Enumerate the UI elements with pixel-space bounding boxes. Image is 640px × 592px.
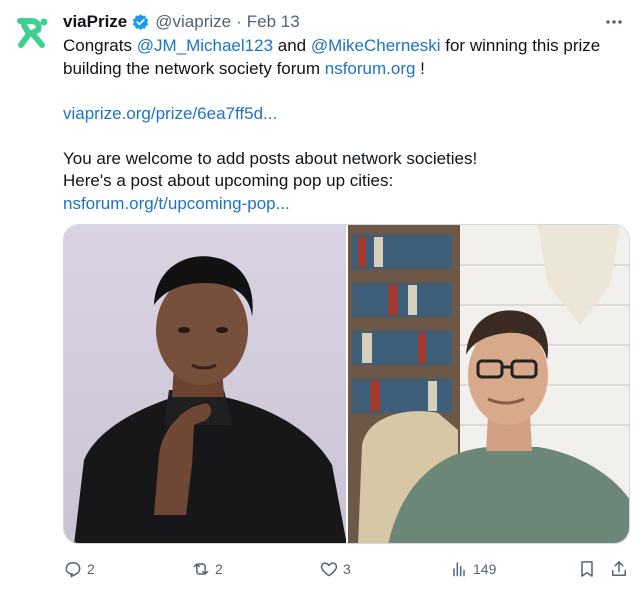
- repost-count: 2: [215, 561, 223, 577]
- handle[interactable]: @viaprize: [155, 12, 231, 32]
- media-grid: [63, 224, 630, 544]
- action-bar: 2 2 3 149: [63, 556, 630, 582]
- more-icon: [606, 20, 622, 24]
- reply-icon: [65, 562, 81, 578]
- tweet-text: Congrats @JM_Michael123 and @MikeChernes…: [63, 35, 623, 215]
- text-segment: for winning this prize: [440, 36, 601, 55]
- text-line: You are welcome to add posts about netwo…: [63, 148, 478, 168]
- share-button[interactable]: [609, 556, 633, 582]
- views-icon: [453, 562, 465, 577]
- photo-winner-1[interactable]: [64, 225, 346, 543]
- photo-winner-2[interactable]: [348, 225, 629, 543]
- bookmark-icon: [581, 561, 593, 577]
- text-line: building the network society forum nsfor…: [63, 58, 623, 81]
- tweet-header: viaPrize @viaprize · Feb 13: [63, 11, 626, 33]
- repost-button[interactable]: 2: [191, 556, 223, 582]
- text-line: Congrats @JM_Michael123 and @MikeChernes…: [63, 35, 623, 58]
- more-options-button[interactable]: [602, 11, 626, 33]
- heart-icon: [320, 562, 338, 577]
- views-count: 149: [473, 561, 497, 577]
- link-post[interactable]: nsforum.org/t/upcoming-pop...: [63, 194, 290, 213]
- display-name[interactable]: viaPrize: [63, 12, 127, 32]
- reply-count: 2: [87, 561, 95, 577]
- post-date[interactable]: Feb 13: [247, 12, 300, 32]
- text-segment: and: [273, 36, 311, 55]
- young-man-photo-icon: [64, 225, 346, 543]
- mention-mike-cherneski[interactable]: @MikeCherneski: [311, 36, 441, 55]
- man-glasses-photo-icon: [348, 225, 629, 543]
- text-segment: !: [415, 58, 425, 78]
- text-line: Here's a post about upcoming pop up citi…: [63, 171, 394, 190]
- text-segment: building the network society forum: [63, 58, 325, 78]
- reply-button[interactable]: 2: [63, 556, 95, 582]
- text-segment: Congrats: [63, 36, 137, 55]
- link-prize[interactable]: viaprize.org/prize/6ea7ff5d...: [63, 104, 277, 123]
- avatar[interactable]: [11, 12, 53, 54]
- like-button[interactable]: 3: [319, 556, 351, 582]
- like-count: 3: [343, 561, 351, 577]
- bookmark-button[interactable]: [577, 556, 601, 582]
- viaprize-logo-icon: [17, 18, 48, 48]
- share-icon: [612, 561, 626, 576]
- link-nsforum[interactable]: nsforum.org: [325, 59, 416, 78]
- views-button[interactable]: 149: [449, 556, 496, 582]
- mention-jm-michael[interactable]: @JM_Michael123: [137, 36, 273, 55]
- repost-icon: [193, 563, 209, 575]
- verified-badge-icon[interactable]: [131, 13, 150, 32]
- separator: ·: [236, 12, 242, 31]
